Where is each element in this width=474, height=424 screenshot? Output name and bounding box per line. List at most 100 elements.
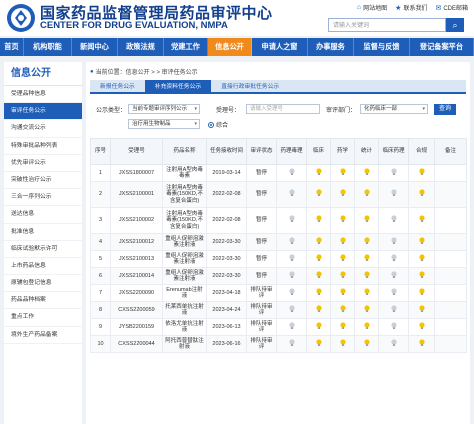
lightbulb-on-icon [315, 322, 322, 330]
cell-name: Erenumab注射液 [162, 284, 207, 302]
nmpa-logo[interactable] [6, 3, 36, 33]
table-row[interactable]: 7 JXSS2200090 Erenumab注射液 2023-04-18 排队待审评 [90, 284, 467, 302]
table-header-cell: 临床药理 [378, 138, 409, 165]
top-link-sitemap[interactable]: ⌂ 网站地图 [357, 3, 387, 12]
table-row[interactable]: 9 JYSB2200159 依洛尤单抗注射液 2023-06-13 排队待审评 [90, 318, 467, 336]
table-header-cell: 药学 [330, 138, 355, 165]
cell-progress [306, 318, 331, 336]
cell-accept: CXSS2200044 [110, 335, 163, 353]
lightbulb-off-icon [288, 271, 295, 279]
cell-progress [378, 207, 409, 234]
nav-item[interactable]: 登记备案平台 [410, 38, 474, 56]
sidebar-item[interactable]: 受理品种信息 [4, 86, 82, 104]
tab[interactable]: 直接行政审批任务公示 [211, 80, 289, 92]
nav-item[interactable]: 党建工作 [164, 38, 208, 56]
combined-radio[interactable]: 综合 [208, 120, 228, 129]
table-row[interactable]: 1 JXSS1800007 注射用A型肉毒毒素 2019-03-14 暂停 [90, 164, 467, 182]
cell-date: 2023-06-13 [206, 318, 247, 336]
site-search-input[interactable]: 请输入关键词 [328, 18, 446, 32]
cell-no: 2 [90, 181, 111, 208]
review-dept-label: 审评部门： [326, 108, 357, 114]
table-row[interactable]: 5 JXSS2100013 重组人促卵泡激素注射液 2022-03-30 暂停 [90, 250, 467, 268]
sidebar-item[interactable]: 审评任务公示 [4, 103, 82, 121]
lightbulb-on-icon [339, 339, 346, 347]
sidebar-item[interactable]: 沟通交流公示 [4, 120, 82, 138]
sidebar-item[interactable]: 三合一序列公示 [4, 189, 82, 207]
page: 国家药品监督管理局药品审评中心 CENTER FOR DRUG EVALUATI… [0, 0, 474, 424]
cell-progress [408, 318, 435, 336]
table-row[interactable]: 6 JXSS2100014 重组人促卵泡激素注射液 2022-03-30 暂停 [90, 267, 467, 285]
accept-number-input[interactable]: 请输入受理号 [246, 104, 320, 114]
cell-no: 9 [90, 318, 111, 336]
table-row[interactable]: 4 JXSS2100012 重组人促卵泡激素注射液 2022-03-30 暂停 [90, 233, 467, 251]
table-header-cell: 统计 [354, 138, 379, 165]
table-row[interactable]: 2 JXSS2100001 注射用A型肉毒毒素(150KD,不含复合蛋白) 2022-… [90, 181, 467, 208]
cell-progress [306, 164, 331, 182]
cell-progress [276, 335, 307, 353]
cell-progress [330, 284, 355, 302]
top-link-contact[interactable]: ★ 联系我们 [395, 3, 427, 13]
sidebar-items: 受理品种信息 审评任务公示 沟通交流公示 特殊审批品种列表 优先审评公示 突破性治疗公示三… [4, 86, 82, 344]
lightbulb-off-icon [390, 305, 397, 313]
sidebar-item[interactable]: 药品品种档案 [4, 292, 82, 310]
cell-progress [306, 250, 331, 268]
sidebar-item[interactable]: 突破性治疗公示 [4, 172, 82, 190]
cell-progress [276, 267, 307, 285]
lightbulb-on-icon [339, 215, 346, 223]
nav-item[interactable]: 政策法规 [118, 38, 164, 56]
cell-progress [434, 250, 467, 268]
home-icon: ⌂ [356, 4, 362, 11]
tab[interactable]: 补充资料任务公示 [144, 80, 212, 92]
cell-date: 2022-02-08 [206, 207, 247, 234]
lightbulb-on-icon [315, 305, 322, 313]
sidebar-item[interactable]: 批准信息 [4, 224, 82, 241]
category-select[interactable]: 治疗用生物制品 ▾ [128, 119, 200, 129]
table-row[interactable]: 3 JXSS2100002 注射用A型肉毒毒素(150KD,不含复合蛋白) 2022-… [90, 207, 467, 234]
top-links: ⌂ 网站地图 ★ 联系我们 ✉ CDE邮箱 [357, 3, 468, 12]
nav-item[interactable]: 申请人之窗 [252, 38, 308, 56]
tab[interactable]: 新报任务公示 [90, 80, 145, 92]
nav-item[interactable]: 机构职能 [24, 38, 72, 56]
sidebar-item[interactable]: 重点工作 [4, 309, 82, 327]
combined-radio-label: 综合 [216, 123, 229, 129]
lightbulb-on-icon [339, 322, 346, 330]
sidebar-item[interactable]: 上市药品信息 [4, 258, 82, 276]
nav-item[interactable]: 首页 [0, 38, 24, 56]
sidebar-item[interactable]: 特殊审批品种列表 [4, 138, 82, 155]
lightbulb-off-icon [288, 288, 295, 296]
nav-item[interactable]: 监督与反馈 [354, 38, 410, 56]
nav-item[interactable]: 办事服务 [308, 38, 354, 56]
table-row[interactable]: 10 CXSS2200044 阿托西普替肽注射液 2023-06-16 排队待审评 [90, 335, 467, 353]
cell-progress [354, 250, 379, 268]
cell-name: 注射用A型肉毒毒素 [162, 164, 207, 182]
cell-accept: JYSB2200159 [110, 318, 163, 336]
cell-accept: JXSS2100014 [110, 267, 163, 285]
table-header-row: 序号 受理号 药品名称 任务接收时间 审评状态 药理毒理 临床 药学 统计 临床药理 合规 备注 [90, 138, 467, 165]
review-dept-select[interactable]: 化药临床一部 ▾ [360, 104, 428, 114]
cell-progress [276, 207, 307, 234]
lightbulb-on-icon [363, 288, 370, 296]
top-link-mail[interactable]: ✉ CDE邮箱 [435, 3, 468, 13]
sidebar-item[interactable]: 送达信息 [4, 206, 82, 224]
nav-item[interactable]: 新闻中心 [72, 38, 118, 56]
sidebar-item[interactable]: 临床试验默示许可 [4, 241, 82, 258]
type-select[interactable]: 当前专题审评序列公示 ▾ [128, 104, 200, 114]
lightbulb-off-icon [390, 189, 397, 197]
sidebar-item[interactable]: 优先审评公示 [4, 155, 82, 172]
cell-progress [354, 164, 379, 182]
lightbulb-off-icon [390, 215, 397, 223]
query-button[interactable]: 查询 [434, 104, 456, 115]
lightbulb-on-icon [363, 322, 370, 330]
cell-progress [408, 267, 435, 285]
cell-date: 2022-03-30 [206, 233, 247, 251]
cell-accept: JXSS1800007 [110, 164, 163, 182]
lightbulb-off-icon [288, 254, 295, 262]
sidebar-item[interactable]: 原辅包登记信息 [4, 275, 82, 293]
sidebar-item[interactable]: 境外生产药品备案 [4, 327, 82, 344]
lightbulb-on-icon [418, 271, 425, 279]
cell-progress [306, 181, 331, 208]
table-header-cell: 序号 [90, 138, 111, 165]
table-row[interactable]: 8 CXSS2200059 托莱西单抗注射液 2023-04-24 排队待审评 [90, 301, 467, 319]
site-search-button[interactable]: ⌕ [446, 18, 464, 32]
nav-item[interactable]: 信息公开 [208, 38, 252, 56]
